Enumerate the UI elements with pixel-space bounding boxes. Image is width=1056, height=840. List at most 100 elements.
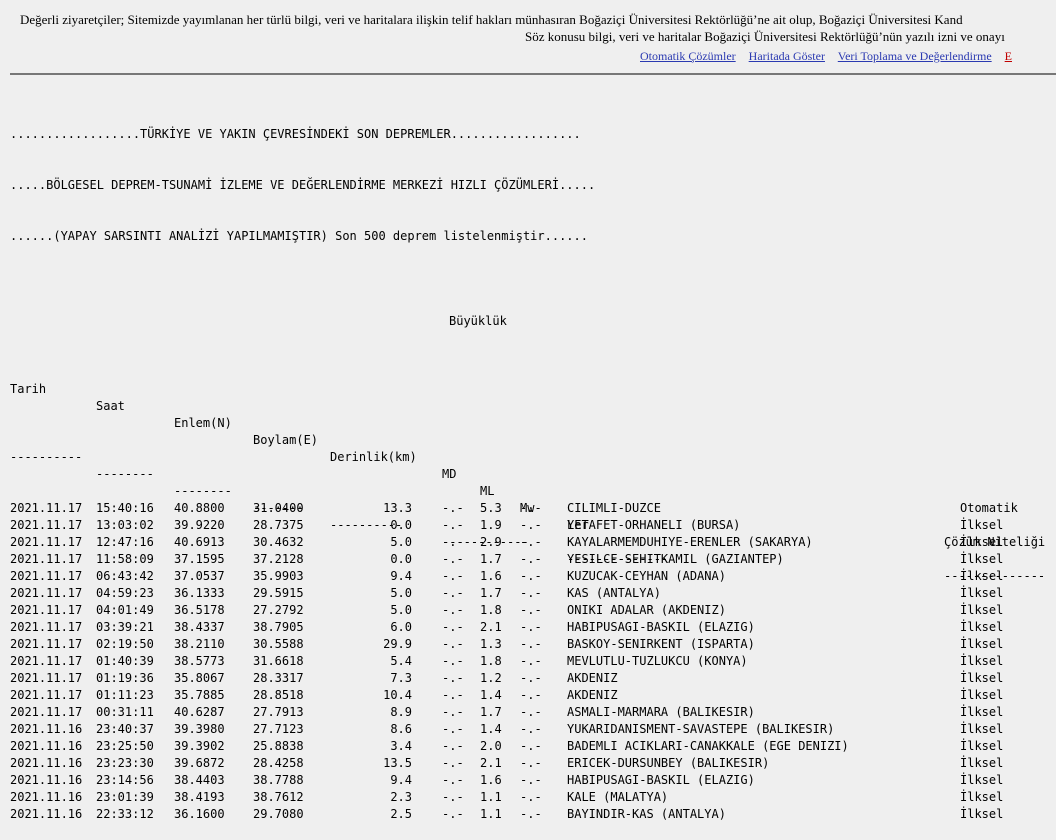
cell-lon: 31.6618 bbox=[253, 654, 304, 668]
table-row: 2021.11.16 23:25:50 39.3902 25.8838 3.4 -.- 2.… bbox=[10, 738, 1003, 755]
cell-time: 13:03:02 bbox=[96, 518, 154, 532]
cell-quality: İlksel bbox=[960, 739, 1004, 753]
cell-lat: 39.6872 bbox=[174, 756, 225, 770]
cell-lon: 28.4258 bbox=[253, 756, 304, 770]
cell-quality: İlksel bbox=[960, 586, 1004, 600]
nav-link-automatic-solutions[interactable]: Otomatik Çözümler bbox=[640, 49, 736, 63]
nav-link-show-on-map[interactable]: Haritada Göster bbox=[749, 49, 825, 63]
cell-time: 06:43:42 bbox=[96, 569, 154, 583]
table-row: 2021.11.17 15:40:16 40.8800 31.0400 13.3 -.- 5… bbox=[10, 500, 1018, 517]
cell-depth: 13.5 bbox=[383, 756, 412, 770]
cell-depth: 0.0 bbox=[390, 552, 412, 566]
col-depth: Derinlik(km) bbox=[330, 450, 417, 464]
cell-depth: 10.4 bbox=[383, 688, 412, 702]
cell-ml: 1.4 bbox=[480, 722, 502, 736]
cell-depth: 2.3 bbox=[390, 790, 412, 804]
cell-lat: 36.1333 bbox=[174, 586, 225, 600]
cell-date: 2021.11.17 bbox=[10, 501, 83, 515]
table-row: 2021.11.16 22:33:12 36.1600 29.7080 2.5 -.- 1.… bbox=[10, 806, 1003, 823]
sep-date: ---------- bbox=[10, 450, 83, 464]
cell-time: 01:40:39 bbox=[96, 654, 154, 668]
col-lat: Enlem(N) bbox=[174, 416, 232, 430]
cell-lon: 27.7913 bbox=[253, 705, 304, 719]
cell-quality: İlksel bbox=[960, 535, 1004, 549]
cell-mw: -.- bbox=[520, 671, 542, 685]
cell-time: 15:40:16 bbox=[96, 501, 154, 515]
cell-mw: -.- bbox=[520, 569, 542, 583]
cell-ml: 1.1 bbox=[480, 790, 502, 804]
cell-place: ONIKI ADALAR (AKDENIZ) bbox=[567, 603, 726, 617]
cell-md: -.- bbox=[442, 790, 464, 804]
table-row: 2021.11.16 23:14:56 38.4403 38.7788 9.4 -.- 1.… bbox=[10, 772, 1003, 789]
cell-date: 2021.11.17 bbox=[10, 586, 83, 600]
cell-quality: İlksel bbox=[960, 518, 1004, 532]
cell-quality: Otomatik bbox=[960, 501, 1018, 515]
cell-quality: İlksel bbox=[960, 654, 1004, 668]
cell-time: 00:31:11 bbox=[96, 705, 154, 719]
cell-lat: 37.0537 bbox=[174, 569, 225, 583]
cell-md: -.- bbox=[442, 671, 464, 685]
cell-md: -.- bbox=[442, 705, 464, 719]
cell-lon: 30.5588 bbox=[253, 637, 304, 651]
cell-ml: 1.8 bbox=[480, 654, 502, 668]
sep-lat: -------- bbox=[174, 484, 232, 498]
cell-quality: İlksel bbox=[960, 637, 1004, 651]
cell-quality: İlksel bbox=[960, 756, 1004, 770]
magnitude-group-label-row: Büyüklük bbox=[10, 296, 595, 328]
table-row: 2021.11.16 23:40:37 39.3980 27.7123 8.6 -.- 1.… bbox=[10, 721, 1003, 738]
cell-md: -.- bbox=[442, 620, 464, 634]
cell-ml: 1.9 bbox=[480, 518, 502, 532]
cell-lat: 38.2110 bbox=[174, 637, 225, 651]
cell-depth: 7.3 bbox=[390, 671, 412, 685]
cell-lat: 36.1600 bbox=[174, 807, 225, 821]
earthquake-rows: 2021.11.17 15:40:16 40.8800 31.0400 13.3 -.- 5… bbox=[10, 500, 1018, 823]
horizontal-rule bbox=[10, 73, 1056, 75]
cell-mw: -.- bbox=[520, 722, 542, 736]
cell-date: 2021.11.17 bbox=[10, 518, 83, 532]
cell-place: YESILCE-SEHITKAMIL (GAZIANTEP) bbox=[567, 552, 784, 566]
cell-lon: 27.2792 bbox=[253, 603, 304, 617]
cell-quality: İlksel bbox=[960, 688, 1004, 702]
cell-date: 2021.11.17 bbox=[10, 705, 83, 719]
cell-ml: 1.6 bbox=[480, 569, 502, 583]
cell-time: 22:33:12 bbox=[96, 807, 154, 821]
cell-quality: İlksel bbox=[960, 773, 1004, 787]
cell-place: ASMALI-MARMARA (BALIKESIR) bbox=[567, 705, 755, 719]
cell-md: -.- bbox=[442, 654, 464, 668]
nav-link-more[interactable]: E bbox=[1005, 49, 1012, 63]
cell-ml: 1.4 bbox=[480, 688, 502, 702]
cell-depth: 8.6 bbox=[390, 722, 412, 736]
table-row: 2021.11.17 06:43:42 37.0537 35.9903 9.4 -.- 1.… bbox=[10, 568, 1003, 585]
cell-lon: 38.7612 bbox=[253, 790, 304, 804]
magnitude-label: Büyüklük bbox=[449, 314, 507, 328]
col-time: Saat bbox=[96, 399, 125, 413]
sep-time: -------- bbox=[96, 467, 154, 481]
col-date: Tarih bbox=[10, 382, 47, 396]
cell-md: -.- bbox=[442, 569, 464, 583]
cell-ml: 1.7 bbox=[480, 552, 502, 566]
cell-date: 2021.11.16 bbox=[10, 807, 83, 821]
column-header-row: Tarih Saat Enlem(N) Boylam(E) Derinlik(k… bbox=[10, 364, 1045, 549]
cell-place: ERICEK-DURSUNBEY (BALIKESIR) bbox=[567, 756, 770, 770]
cell-time: 23:14:56 bbox=[96, 773, 154, 787]
nav-link-data-collection[interactable]: Veri Toplama ve Değerlendirme bbox=[838, 49, 992, 63]
cell-ml: 5.3 bbox=[480, 501, 502, 515]
cell-ml: 1.1 bbox=[480, 807, 502, 821]
cell-mw: -.- bbox=[520, 535, 542, 549]
cell-mw: -.- bbox=[520, 637, 542, 651]
cell-place: BASKOY-SENIRKENT (ISPARTA) bbox=[567, 637, 755, 651]
cell-md: -.- bbox=[442, 756, 464, 770]
cell-mw: -.- bbox=[520, 773, 542, 787]
cell-lat: 35.8067 bbox=[174, 671, 225, 685]
cell-time: 23:25:50 bbox=[96, 739, 154, 753]
cell-mw: -.- bbox=[520, 756, 542, 770]
cell-md: -.- bbox=[442, 501, 464, 515]
nav-links: Otomatik Çözümler Haritada Göster Veri T… bbox=[640, 49, 1022, 64]
cell-lon: 38.7905 bbox=[253, 620, 304, 634]
cell-ml: 1.7 bbox=[480, 586, 502, 600]
cell-place: BADEMLI ACIKLARI-CANAKKALE (EGE DENIZI) bbox=[567, 739, 849, 753]
cell-depth: 8.9 bbox=[390, 705, 412, 719]
cell-place: AKDENIZ bbox=[567, 671, 618, 685]
cell-md: -.- bbox=[442, 739, 464, 753]
cell-md: -.- bbox=[442, 637, 464, 651]
